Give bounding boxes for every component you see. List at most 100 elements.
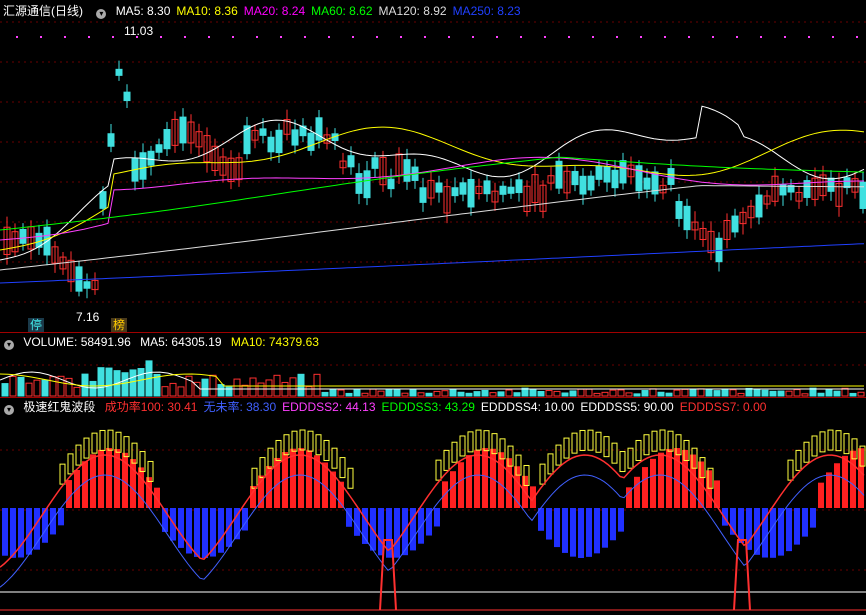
indicator-yellow-candle — [331, 447, 338, 469]
indicator-red-bar — [138, 467, 144, 508]
indicator-blue-bar — [178, 508, 184, 548]
indicator-blue-bar — [586, 508, 592, 557]
indicator-blue-bar — [794, 508, 800, 545]
indicator-blue-bar — [786, 508, 792, 552]
indicator-yellow-candle — [667, 430, 674, 452]
indicator-yellow-candle — [835, 430, 842, 452]
indicator-blue-bar — [402, 508, 408, 556]
indicator-red-bar — [706, 470, 712, 508]
indicator-yellow-candle — [459, 435, 466, 457]
indicator-yellow-candle — [467, 431, 474, 453]
indicator-yellow-candle — [643, 434, 650, 456]
indicator-yellow-candle — [443, 449, 450, 471]
indicator-red-bar — [834, 463, 840, 508]
indicator-red-bar — [90, 454, 96, 508]
indicator-red-bar — [466, 455, 472, 508]
indicator-red-bar — [106, 448, 112, 508]
indicator-red-bar — [298, 448, 304, 508]
indicator-yellow-candle — [595, 431, 602, 453]
indicator-yellow-candle — [299, 429, 306, 451]
indicator-red-bar — [818, 482, 824, 508]
indicator-yellow-candle — [803, 441, 810, 463]
indicator-yellow-candle — [483, 430, 490, 452]
indicator-blue-bar — [2, 508, 8, 556]
indicator-yellow-candle — [539, 463, 546, 485]
indicator-yellow-candle — [67, 453, 74, 475]
indicator-blue-bar — [218, 508, 224, 553]
indicator-yellow-candle — [619, 451, 626, 473]
indicator-yellow-candle — [579, 429, 586, 451]
indicator-blue-bar — [554, 508, 560, 548]
indicator-yellow-candle — [251, 467, 258, 489]
indicator-blue-bar — [602, 508, 608, 548]
indicator-blue-bar — [546, 508, 552, 540]
indicator-red-bar — [642, 467, 648, 508]
indicator-yellow-candle — [283, 434, 290, 456]
indicator-blue-bar — [722, 508, 728, 526]
indicator-blue-bar — [394, 508, 400, 558]
indicator-red-bar — [98, 449, 104, 508]
indicator-yellow-candle — [795, 449, 802, 471]
indicator-blue-bar — [618, 508, 624, 532]
indicator-blue-bar — [578, 508, 584, 558]
indicator-yellow-candle — [307, 430, 314, 452]
indicator-yellow-candle — [107, 429, 114, 451]
indicator-blue-bar — [810, 508, 816, 528]
indicator-red-bar — [290, 448, 296, 508]
indicator-yellow-candle — [291, 430, 298, 452]
indicator-red-bar — [306, 450, 312, 508]
indicator-red-bar — [858, 448, 864, 508]
indicator-blue-bar — [10, 508, 16, 558]
indicator-blue-bar — [18, 508, 24, 558]
indicator-yellow-candle — [59, 463, 66, 485]
indicator-yellow-candle — [659, 429, 666, 451]
indicator-yellow-candle — [259, 457, 266, 479]
indicator-blue-bar — [202, 508, 208, 558]
indicator-red-bar — [826, 472, 832, 508]
signal-spike — [733, 539, 751, 611]
indicator-red-bar — [498, 452, 504, 508]
indicator-red-bar — [690, 454, 696, 508]
indicator-blue-bar — [594, 508, 600, 554]
indicator-yellow-candle — [83, 437, 90, 459]
indicator-red-bar — [634, 476, 640, 508]
indicator-yellow-candle — [75, 444, 82, 466]
indicator-blue-bar — [562, 508, 568, 553]
indicator-yellow-candle — [547, 453, 554, 475]
indicator-blue-bar — [194, 508, 200, 557]
indicator-yellow-candle — [315, 434, 322, 456]
indicator-yellow-candle — [99, 429, 106, 451]
indicator-blue-bar — [802, 508, 808, 537]
indicator-red-bar — [474, 450, 480, 508]
indicator-red-bar — [658, 452, 664, 508]
indicator-blue-bar — [186, 508, 192, 554]
indicator-red-bar — [682, 449, 688, 508]
indicator-yellow-candle — [627, 447, 634, 469]
indicator-yellow-candle — [451, 441, 458, 463]
indicator-red-bar — [650, 458, 656, 508]
indicator-yellow-candle — [475, 429, 482, 451]
indicator-yellow-candle — [347, 467, 354, 489]
indicator-yellow-candle — [843, 433, 850, 455]
indicator-red-bar — [842, 455, 848, 508]
indicator-yellow-candle — [339, 457, 346, 479]
indicator-blue-bar — [434, 508, 440, 527]
indicator-yellow-candle — [267, 447, 274, 469]
indicator-yellow-candle — [651, 430, 658, 452]
indicator-blue-bar — [770, 508, 776, 558]
indicator-yellow-candle — [563, 437, 570, 459]
indicator-blue-bar — [570, 508, 576, 557]
indicator-chart[interactable] — [0, 0, 866, 615]
indicator-red-bar — [458, 462, 464, 508]
indicator-yellow-candle — [435, 459, 442, 481]
indicator-yellow-candle — [587, 429, 594, 451]
indicator-yellow-candle — [827, 429, 834, 451]
indicator-red-bar — [450, 471, 456, 508]
indicator-blue-bar — [610, 508, 616, 541]
indicator-blue-bar — [170, 508, 176, 541]
indicator-blue-bar — [354, 508, 360, 536]
indicator-red-bar — [674, 448, 680, 508]
indicator-yellow-candle — [787, 459, 794, 481]
indicator-yellow-candle — [611, 442, 618, 464]
indicator-yellow-candle — [819, 431, 826, 453]
